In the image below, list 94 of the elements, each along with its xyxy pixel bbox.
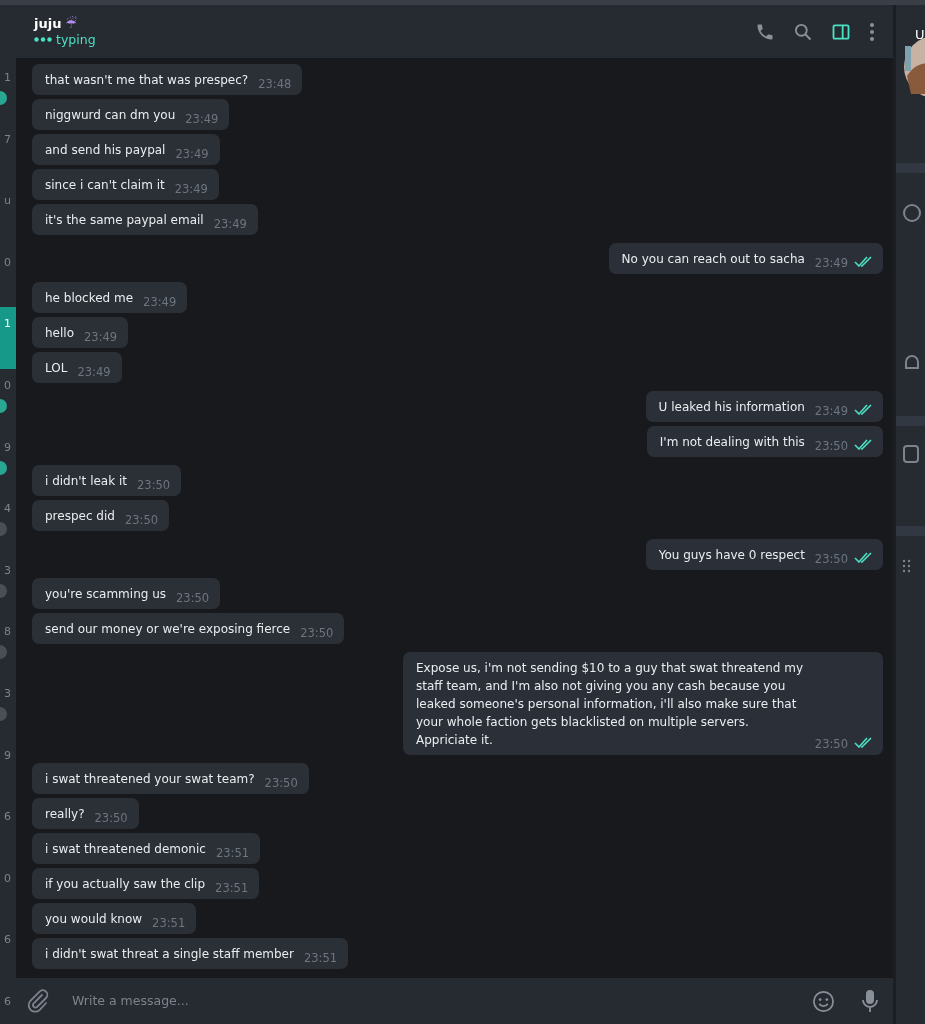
message-time: 23:49 <box>814 403 848 419</box>
chat-item-text: 4 <box>4 502 11 517</box>
chat-list-item[interactable]: 0 <box>0 245 16 308</box>
chat-list-item[interactable]: 6 <box>0 984 16 1024</box>
chat-item-text: 0 <box>4 871 11 886</box>
chat-item-text: 6 <box>4 810 11 825</box>
chat-item-text: 1 <box>4 71 11 85</box>
typing-status: typing <box>56 31 96 48</box>
message-text: You guys have 0 respect <box>658 547 805 564</box>
message-text: prespec did <box>45 508 115 525</box>
chat-list-item[interactable]: 1 <box>0 61 16 123</box>
message-time: 23:50 <box>264 775 298 791</box>
message-time: 23:51 <box>152 915 186 931</box>
chat-item-text: 3 <box>4 686 11 701</box>
contact-name: juju <box>34 15 62 32</box>
chat-list-item[interactable]: 7 <box>0 122 16 185</box>
message-text: i swat threatened your swat team? <box>45 771 255 788</box>
chat-item-text: 3 <box>4 563 11 578</box>
message-time: 23:49 <box>814 255 848 271</box>
chat-list-item[interactable]: 4 <box>0 492 16 554</box>
message-time: 23:49 <box>77 364 111 380</box>
message-text: really? <box>45 806 85 823</box>
side-panel-icon[interactable] <box>831 21 851 42</box>
typing-dots-icon <box>34 37 52 42</box>
chat-list-item[interactable]: 1 <box>0 307 16 369</box>
message-time: 23:49 <box>175 146 209 162</box>
chat-item-text: u <box>4 194 11 209</box>
contact-emoji: ☔ <box>65 15 78 32</box>
chat-item-text: 0 <box>4 378 11 393</box>
message-text: send our money or we're exposing fierce <box>45 621 291 638</box>
message-input[interactable]: Write a message... <box>70 990 800 1012</box>
microphone-icon[interactable] <box>861 989 879 1013</box>
message-time: 23:50 <box>137 477 171 493</box>
message-text: niggwurd can dm you <box>45 107 176 124</box>
chat-item-text: 7 <box>4 132 11 147</box>
message-text: you're scamming us <box>45 586 167 603</box>
message-text: you would know <box>45 911 143 928</box>
message-time: 23:50 <box>814 438 848 454</box>
panel-title: U <box>914 26 925 44</box>
message-time: 23:49 <box>174 181 208 197</box>
message-text: since i can't claim it <box>45 177 165 194</box>
info-icon <box>902 203 922 223</box>
chat-list-item[interactable]: 6 <box>0 800 16 862</box>
message-text: and send his paypal <box>45 142 166 159</box>
chat-item-text: 6 <box>4 933 11 948</box>
chat-list-item[interactable]: 3 <box>0 553 16 616</box>
message-time: 23:49 <box>185 111 219 127</box>
message-text: it's the same paypal email <box>45 212 204 229</box>
chat-item-text: 1 <box>4 317 11 332</box>
message-time: 23:49 <box>213 216 247 232</box>
chat-item-text: 8 <box>4 625 11 640</box>
grid-dots-icon <box>902 558 912 573</box>
chat-list-item[interactable]: 6 <box>0 923 16 985</box>
chat-list-item[interactable]: 9 <box>0 430 16 493</box>
message-text: LOL <box>45 360 68 377</box>
message-time: 23:51 <box>215 880 249 896</box>
message-text: if you actually saw the clip <box>45 876 206 893</box>
message-time: 23:49 <box>84 329 118 345</box>
message-text: i swat threatened demonic <box>45 841 206 858</box>
chat-item-text: 6 <box>4 994 11 1009</box>
message-time: 23:50 <box>124 512 159 528</box>
composer-bar[interactable]: Write a message... <box>16 978 893 1024</box>
media-icon <box>902 444 922 464</box>
message-time: 23:50 <box>814 551 848 567</box>
message-text: Expose us, i'm not sending $10 to a guy that swat threatend my staff team, and I'm also not giving you any cash because you leaked someone's personal information, i'll also make sure that your whole faction gets blacklisted on multiple servers. Appriciate it. <box>416 660 805 749</box>
message-time: 23:51 <box>303 950 338 966</box>
chat-list-item[interactable]: u <box>0 184 16 246</box>
message-text: i didn't swat threat a single staff member <box>45 946 294 963</box>
message-time: 23:48 <box>258 76 292 92</box>
message-text: hello <box>45 325 74 342</box>
attach-icon[interactable] <box>26 989 50 1013</box>
chat-list-item[interactable]: 9 <box>0 738 16 801</box>
chat-item-text: 9 <box>4 748 11 763</box>
message-time: 23:50 <box>176 590 210 606</box>
message-text: I'm not dealing with this <box>659 434 805 451</box>
chat-list-item[interactable]: 0 <box>0 368 16 431</box>
chat-list-item[interactable]: 0 <box>0 861 16 924</box>
chat-item-text: 9 <box>4 440 11 455</box>
message-text: i didn't leak it <box>45 473 127 490</box>
chat-list-item[interactable]: 3 <box>0 676 16 739</box>
message-text: that wasn't me that was prespec? <box>45 72 249 89</box>
message-time: 23:49 <box>143 294 177 310</box>
message-text: No you can reach out to sacha <box>621 251 805 268</box>
message-time: 23:50 <box>94 810 128 826</box>
message-time: 23:51 <box>215 845 250 861</box>
message-text: U leaked his information <box>658 399 805 416</box>
message-time: 23:50 <box>300 625 334 641</box>
chat-list-item[interactable]: 8 <box>0 615 16 677</box>
more-options-icon[interactable] <box>869 21 875 42</box>
message-time: 23:50 <box>814 736 848 752</box>
message-text: he blocked me <box>45 290 134 307</box>
search-icon[interactable] <box>793 21 813 42</box>
emoji-icon[interactable] <box>812 989 835 1013</box>
chat-item-text: 0 <box>4 255 11 270</box>
